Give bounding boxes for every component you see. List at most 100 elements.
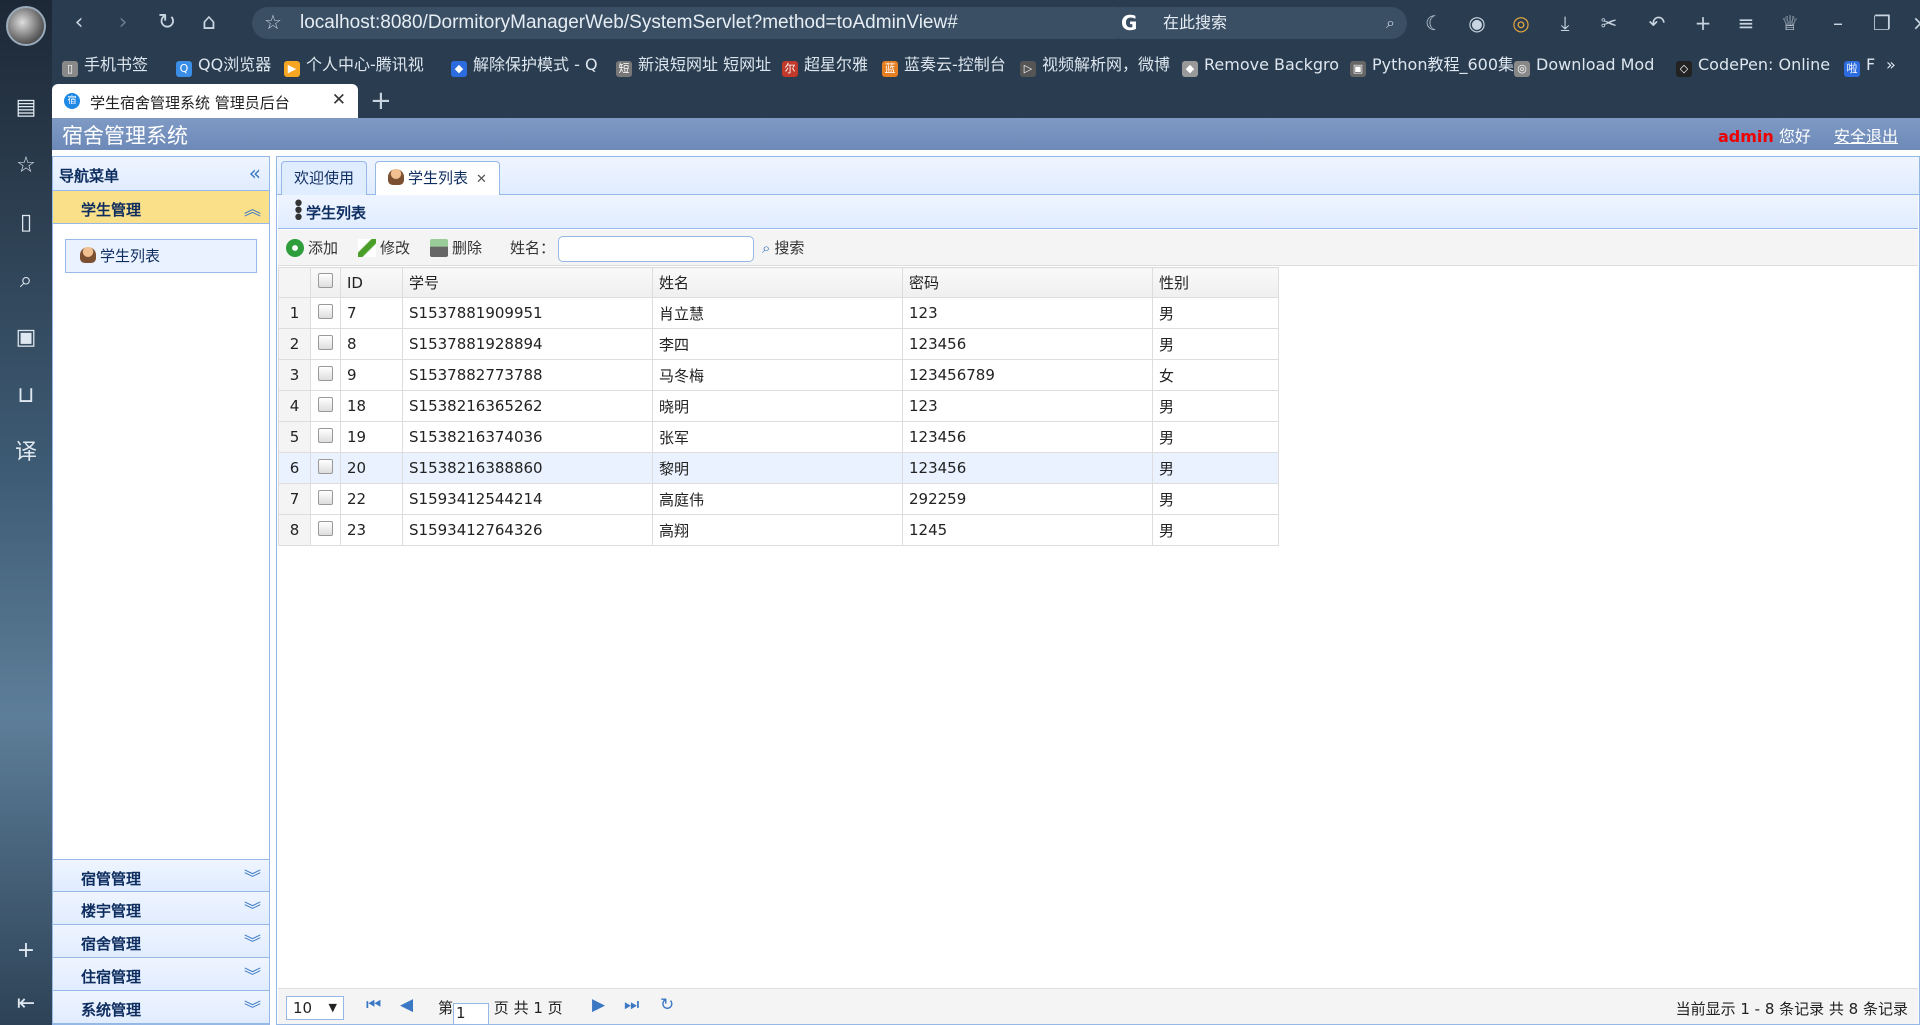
collapse-nav-icon[interactable]: « [249,161,261,185]
column-header-id[interactable]: ID [340,267,403,298]
row-checkbox[interactable] [310,452,341,484]
home-icon[interactable]: ⌂ [194,8,224,38]
table-row[interactable]: 1 7 S1537881909951 肖立慧 123 男 [278,297,1279,329]
back-icon[interactable]: ‹ [64,8,94,38]
nav-section-student[interactable]: 学生管理 ︽ [53,191,269,224]
chrome-icon[interactable]: ◎ [1507,9,1535,37]
table-row[interactable]: 7 22 S1593412544214 高庭伟 292259 男 [278,483,1279,515]
column-header-sn[interactable]: 学号 [402,267,653,298]
close-tab-icon[interactable]: ✕ [332,90,346,110]
bookmark-item[interactable]: ▷ 视频解析网，微博 [1020,55,1170,77]
next-page-icon[interactable]: ▶ [592,995,605,1015]
select-all-checkbox[interactable] [310,267,341,298]
translate-icon[interactable]: 译 [10,437,42,469]
bookmark-item[interactable]: ◎ Download Mod [1514,55,1654,77]
briefcase-icon[interactable]: ▣ [10,322,42,354]
bookmark-item[interactable]: ◇ CodePen: Online [1676,55,1830,77]
search-icon[interactable]: ⌕ [10,265,42,297]
table-row[interactable]: 8 23 S1593412764326 高翔 1245 男 [278,514,1279,546]
last-page-icon[interactable]: ⏭ [624,995,639,1015]
column-header-name[interactable]: 姓名 [652,267,903,298]
nav-item-student-list[interactable]: 学生列表 [65,239,257,273]
nav-section-system[interactable]: 系统管理 ︾ [53,991,269,1024]
menu-icon[interactable]: ≡ [1732,9,1760,37]
minimize-icon[interactable]: – [1824,9,1852,37]
bookmark-item[interactable]: ▶ 个人中心-腾讯视 [284,55,424,77]
table-row[interactable]: 4 18 S1538216365262 晓明 123 男 [278,390,1279,422]
chevron-up-icon[interactable]: ︽ [244,195,261,220]
edit-button[interactable]: 修改 [358,237,410,258]
bookmark-item[interactable]: 啦F [1844,55,1875,77]
add-button[interactable]: 添加 [286,237,338,258]
username: admin [1717,127,1774,146]
prev-page-icon[interactable]: ◀ [400,995,413,1015]
restore-icon[interactable]: ❐ [1868,9,1896,37]
forward-icon[interactable]: › [108,8,138,38]
page-size-select[interactable]: 10 ▼ [286,996,344,1020]
nav-section-live[interactable]: 住宿管理 ︾ [53,958,269,991]
add-icon[interactable]: + [10,935,42,967]
new-tab-icon[interactable]: + [370,86,392,116]
table-row[interactable]: 6 20 S1538216388860 黎明 123456 男 [278,452,1279,484]
favorites-star-icon[interactable]: ☆ [10,150,42,182]
chevron-down-icon[interactable]: ︾ [244,896,261,921]
extension-icon[interactable]: ◉ [1463,9,1491,37]
tab-student-list[interactable]: 学生列表 ✕ [375,161,500,196]
nav-section-dorm-admin[interactable]: 宿管管理 ︾ [53,859,269,892]
download-icon[interactable]: ⤓ [1551,9,1579,37]
chevron-down-icon[interactable]: ︾ [244,995,261,1020]
refresh-icon[interactable]: ↻ [660,995,674,1015]
page-number-input[interactable]: 1 [453,1003,490,1025]
column-header-sex[interactable]: 性别 [1152,267,1279,298]
bookmark-item[interactable]: 蓝蓝奏云-控制台 [882,55,1006,77]
column-header-password[interactable]: 密码 [902,267,1153,298]
table-row[interactable]: 5 19 S1538216374036 张军 123456 男 [278,421,1279,453]
reload-icon[interactable]: ↻ [152,8,182,38]
nav-section-building[interactable]: 楼宇管理 ︾ [53,892,269,925]
row-checkbox[interactable] [310,483,341,515]
cart-icon[interactable]: ⊔ [10,380,42,412]
more-bookmarks-icon[interactable]: » [1886,55,1896,75]
bookmark-item[interactable]: ▣ Python教程_600集 [1350,55,1514,77]
reader-icon[interactable]: ▤ [10,92,42,124]
logout-link[interactable]: 安全退出 [1834,127,1898,146]
browser-tab[interactable]: 宿 学生宿舍管理系统 管理员后台 ✕ [52,84,358,118]
row-checkbox[interactable] [310,421,341,453]
chevron-down-icon[interactable]: ︾ [244,929,261,954]
chevron-down-icon[interactable]: ︾ [244,864,261,889]
row-checkbox[interactable] [310,390,341,422]
table-row[interactable]: 2 8 S1537881928894 李四 123456 男 [278,328,1279,360]
bookmark-item[interactable]: Q QQ浏览器 [176,55,271,77]
magnifier-icon[interactable]: ⌕ [1386,7,1395,39]
bookmark-item[interactable]: ◆ 解除保护模式 - Q [451,55,598,77]
skin-icon[interactable]: ♕ [1776,9,1804,37]
night-mode-icon[interactable]: ☾ [1420,9,1448,37]
screenshot-icon[interactable]: ✂ [1595,9,1623,37]
table-row[interactable]: 3 9 S1537882773788 马冬梅 123456789 女 [278,359,1279,391]
chevron-down-icon[interactable]: ︾ [244,962,261,987]
bookmark-star-icon[interactable]: ☆ [264,7,282,39]
name-search-input[interactable] [558,236,754,262]
tab-welcome[interactable]: 欢迎使用 [281,161,368,195]
bookmark-item[interactable]: ◆ Remove Backgro [1182,55,1339,77]
row-checkbox[interactable] [310,359,341,391]
bookmark-item[interactable]: 尔超星尔雅 [782,55,868,77]
book-icon[interactable]: ▯ [10,207,42,239]
delete-button[interactable]: 删除 [430,237,482,258]
undo-icon[interactable]: ↶ [1643,9,1671,37]
user-avatar[interactable] [6,6,46,46]
search-button[interactable]: ⌕ 搜索 [762,237,804,258]
collapse-sidebar-icon[interactable]: ⇤ [10,988,42,1020]
row-checkbox[interactable] [310,297,341,329]
search-box[interactable]: G 在此搜索 ⌕ [1107,7,1407,39]
address-bar[interactable]: ☆ localhost:8080/DormitoryManagerWeb/Sys… [252,7,1132,39]
close-tab-icon[interactable]: ✕ [476,172,487,187]
bookmark-item[interactable]: ▯ 手机书签 [62,55,148,77]
new-icon[interactable]: + [1689,9,1717,37]
first-page-icon[interactable]: ⏮ [366,995,381,1015]
nav-section-dormitory[interactable]: 宿舍管理 ︾ [53,925,269,958]
row-checkbox[interactable] [310,514,341,546]
bookmark-item[interactable]: 短新浪短网址 短网址 [616,55,771,77]
row-checkbox[interactable] [310,328,341,360]
close-window-icon[interactable]: × [1912,9,1920,37]
